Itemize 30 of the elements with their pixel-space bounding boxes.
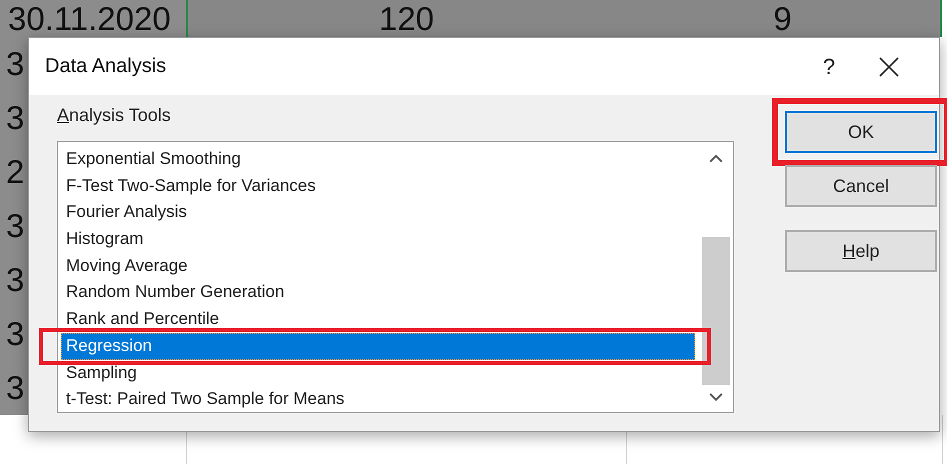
list-item[interactable]: Fourier Analysis [61,199,695,226]
list-box[interactable]: Exponential Smoothing F-Test Two-Sample for Variances Fourier Analysis Histogram Moving Average Random Number Generation Rank and Percentile Regression Sampling t-Test: Paired Two Sample for Means [57,141,734,413]
table-cell: 3 [0,37,28,91]
list-item[interactable]: Histogram [61,226,695,253]
list-item[interactable]: Moving Average [61,252,695,280]
dialog-button[interactable]: Cancel [785,165,937,207]
table-cell: 3 [0,91,28,145]
scroll-up-icon [709,154,723,163]
list-label: Analysis Tools [57,105,172,127]
table-cell: 3 [0,307,28,361]
list-item[interactable]: Sampling [61,360,695,386]
table-cell: 3 [0,361,28,415]
help-button[interactable]: ? [799,46,859,86]
table-cell: 3 [0,199,28,253]
table-cell: 9 [625,0,940,37]
table-cell: 30.11.2020 [0,0,186,37]
window-title: Data Analysis [45,55,168,78]
table-cell: 3 [0,253,28,307]
dialog-button[interactable]: Help [785,230,937,272]
list-item[interactable]: t-Test: Paired Two Sample for Means [61,386,695,412]
table-cell: 120 [186,0,625,37]
scroll-down-icon [709,393,723,402]
close-icon [879,56,899,76]
list-item[interactable]: Regression [61,332,695,360]
list-item[interactable]: Exponential Smoothing [61,146,695,173]
scroll-thumb[interactable] [702,236,730,386]
list-item[interactable]: Random Number Generation [61,279,695,306]
list-item[interactable]: F-Test Two-Sample for Variances [61,172,695,200]
list-item[interactable]: Rank and Percentile [61,306,695,333]
table-cell: 2 [0,145,28,199]
